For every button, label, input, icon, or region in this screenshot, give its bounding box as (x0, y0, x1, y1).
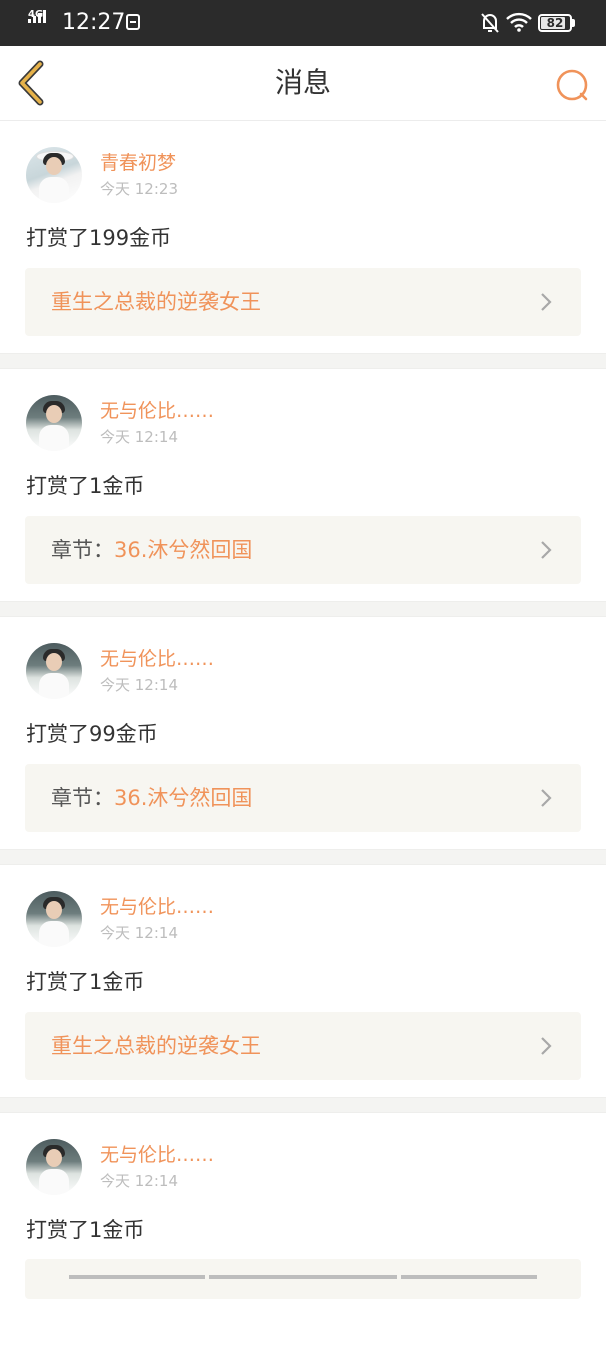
reward-text: 打赏了1金币 (26, 970, 145, 994)
sim-icon (126, 14, 140, 30)
message-time: 今天 12:14 (100, 924, 178, 942)
message-time: 今天 12:14 (100, 676, 178, 694)
message-time: 今天 12:14 (100, 1172, 178, 1190)
avatar[interactable] (26, 395, 82, 451)
chevron-right-icon (541, 541, 552, 559)
divider (0, 849, 606, 865)
message-card: 青春初梦 今天 12:23 打赏了199金币 重生之总裁的逆袭女王 (0, 121, 606, 353)
link-prefix: 章节： (51, 786, 114, 810)
reward-text: 打赏了1金币 (26, 474, 145, 498)
bell-muted-icon (481, 13, 499, 33)
message-list: 青春初梦 今天 12:23 打赏了199金币 重生之总裁的逆袭女王 无与伦比……… (0, 121, 606, 1345)
status-time: 12:27 (62, 10, 126, 35)
link-prefix: 章节： (51, 538, 114, 562)
avatar[interactable] (26, 147, 82, 203)
reward-text: 打赏了99金币 (26, 722, 158, 746)
avatar[interactable] (26, 643, 82, 699)
battery-icon: 82 (538, 14, 576, 32)
message-time: 今天 12:23 (100, 180, 178, 198)
message-card: 无与伦比…… 今天 12:14 打赏了1金币 (0, 1113, 606, 1345)
username[interactable]: 无与伦比…… (100, 399, 214, 423)
link-title: 重生之总裁的逆袭女王 (51, 1034, 261, 1058)
battery-level: 82 (546, 16, 564, 30)
reward-text: 打赏了1金币 (26, 1218, 145, 1242)
divider (0, 353, 606, 369)
partial-link-box[interactable] (25, 1259, 581, 1299)
book-link[interactable]: 重生之总裁的逆袭女王 (25, 1012, 581, 1080)
nav-bar: 消息 (0, 46, 606, 121)
wifi-icon (506, 12, 532, 32)
message-card: 无与伦比…… 今天 12:14 打赏了1金币 章节：36.沐兮然回国 (0, 369, 606, 601)
chevron-right-icon (541, 789, 552, 807)
username[interactable]: 无与伦比…… (100, 895, 214, 919)
chevron-right-icon (541, 1037, 552, 1055)
page-title: 消息 (274, 66, 331, 99)
username[interactable]: 无与伦比…… (100, 1143, 214, 1167)
chapter-link[interactable]: 章节：36.沐兮然回国 (25, 516, 581, 584)
link-title: 重生之总裁的逆袭女王 (51, 290, 261, 314)
message-card: 无与伦比…… 今天 12:14 打赏了99金币 章节：36.沐兮然回国 (0, 617, 606, 849)
signal-icon: 4G (28, 10, 56, 34)
avatar[interactable] (26, 1139, 82, 1195)
message-time: 今天 12:14 (100, 428, 178, 446)
divider (0, 601, 606, 617)
username[interactable]: 无与伦比…… (100, 647, 214, 671)
book-link[interactable]: 重生之总裁的逆袭女王 (25, 268, 581, 336)
username[interactable]: 青春初梦 (100, 151, 176, 175)
chevron-right-icon (541, 293, 552, 311)
avatar[interactable] (26, 891, 82, 947)
link-title: 36.沐兮然回国 (114, 538, 253, 562)
divider (0, 1097, 606, 1113)
chapter-link[interactable]: 章节：36.沐兮然回国 (25, 764, 581, 832)
link-title: 36.沐兮然回国 (114, 786, 253, 810)
reward-text: 打赏了199金币 (26, 226, 172, 250)
status-bar: 4G 12:27 82 (0, 0, 606, 46)
message-card: 无与伦比…… 今天 12:14 打赏了1金币 重生之总裁的逆袭女王 (0, 865, 606, 1097)
search-icon[interactable] (552, 66, 592, 106)
